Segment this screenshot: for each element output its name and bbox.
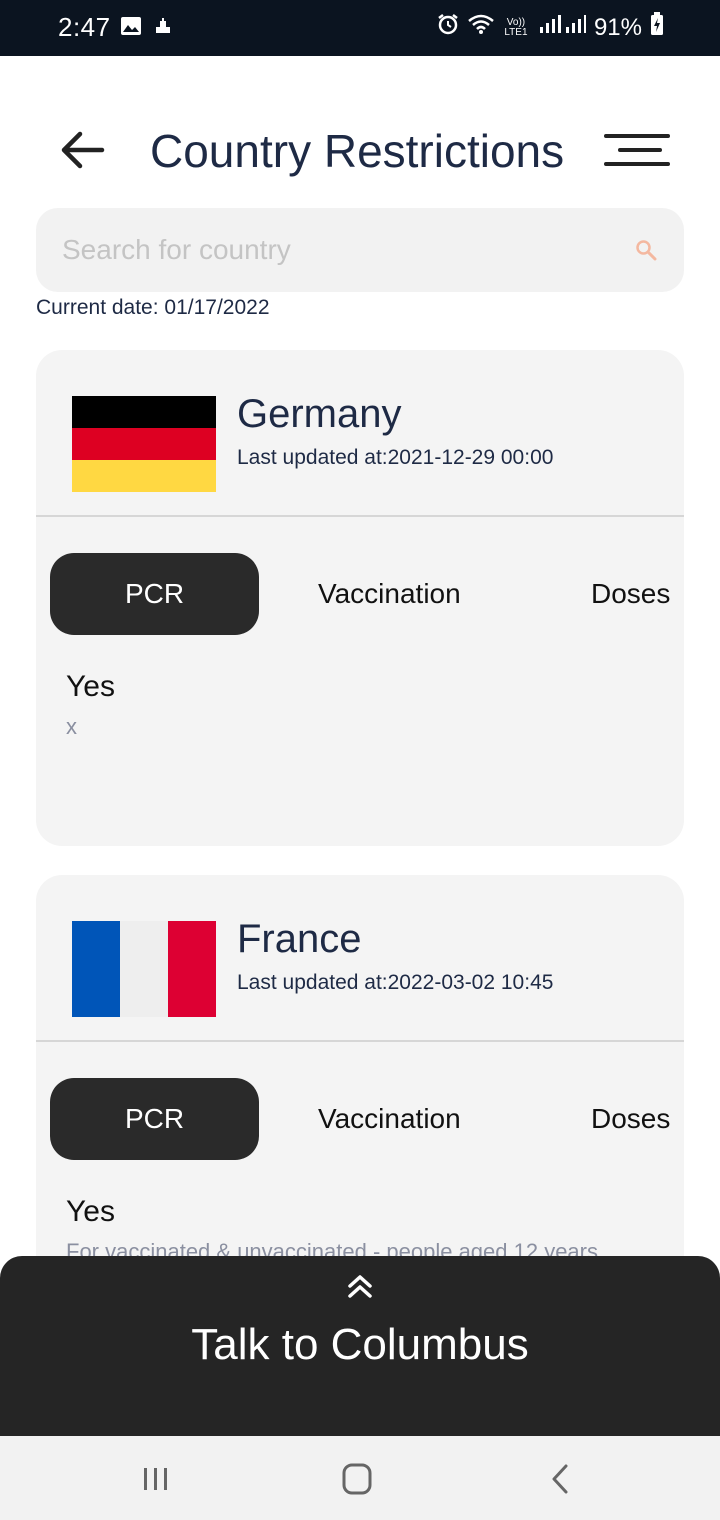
search-icon[interactable] <box>634 238 658 262</box>
system-back-button[interactable] <box>540 1462 580 1496</box>
tab-doses[interactable]: Doses <box>591 1078 670 1160</box>
back-button[interactable] <box>56 126 108 174</box>
screen: 2:47 Vo)) LTE1 91% Country Restrictions … <box>0 0 720 1520</box>
talk-label: Talk to Columbus <box>191 1320 529 1369</box>
tab-vaccination[interactable]: Vaccination <box>318 553 461 635</box>
alarm-icon <box>436 12 460 43</box>
country-card-france: France Last updated at:2022-03-02 10:45 … <box>36 875 684 1295</box>
battery-percent: 91% <box>593 13 642 41</box>
france-flag-icon <box>72 921 216 1017</box>
tab-pcr[interactable]: PCR <box>50 1078 259 1160</box>
tab-doses[interactable]: Doses <box>591 553 670 635</box>
search-input[interactable] <box>62 228 622 272</box>
restriction-answer: Yes <box>66 1195 115 1228</box>
restriction-answer: Yes <box>66 670 115 703</box>
current-date: Current date: 01/17/2022 <box>36 296 270 319</box>
home-icon <box>342 1463 372 1495</box>
restriction-note: x <box>66 714 77 739</box>
last-updated: Last updated at:2022-03-02 10:45 <box>237 971 554 994</box>
talk-to-columbus-button[interactable]: Talk to Columbus <box>0 1256 720 1438</box>
battery-icon <box>650 12 664 43</box>
divider <box>36 1040 684 1042</box>
status-bar: 2:47 Vo)) LTE1 91% <box>0 0 720 56</box>
menu-button[interactable] <box>602 130 672 170</box>
network-label: Vo)) LTE1 <box>504 16 528 38</box>
country-name: France <box>237 917 362 961</box>
signal-icon <box>538 13 586 42</box>
header: Country Restrictions <box>0 56 720 206</box>
double-chevron-up-icon <box>348 1275 372 1298</box>
back-icon <box>552 1464 568 1494</box>
country-name: Germany <box>237 392 402 436</box>
system-nav-bar <box>0 1436 720 1520</box>
home-button[interactable] <box>338 1462 378 1496</box>
arrow-left-icon <box>61 131 105 169</box>
last-updated: Last updated at:2021-12-29 00:00 <box>237 446 554 469</box>
divider <box>36 515 684 517</box>
tab-vaccination[interactable]: Vaccination <box>318 1078 461 1160</box>
status-time: 2:47 <box>58 12 111 42</box>
tab-pcr[interactable]: PCR <box>50 553 259 635</box>
search-box <box>36 208 684 292</box>
wifi-icon <box>468 13 494 42</box>
recent-apps-button[interactable] <box>136 1462 176 1496</box>
recent-apps-icon <box>144 1468 167 1490</box>
germany-flag-icon <box>72 396 216 492</box>
notification-icon <box>154 17 172 40</box>
menu-icon <box>604 134 670 166</box>
country-card-germany: Germany Last updated at:2021-12-29 00:00… <box>36 350 684 846</box>
page-title: Country Restrictions <box>150 125 565 177</box>
image-icon <box>120 16 142 41</box>
